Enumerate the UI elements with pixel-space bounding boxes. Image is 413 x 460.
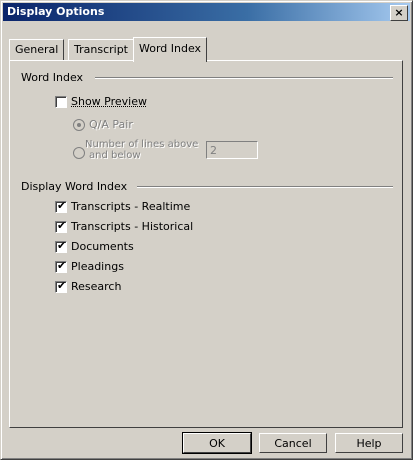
pleadings-label: Pleadings [71, 260, 124, 273]
tab-transcript[interactable]: Transcript [68, 39, 134, 60]
word-index-group-label: Word Index [21, 71, 84, 84]
check-icon: ✔ [57, 199, 67, 212]
research-checkbox[interactable]: ✔ [55, 279, 67, 293]
lines-label: Number of lines above and below [85, 139, 198, 161]
lines-radio[interactable] [73, 147, 85, 159]
title-bar[interactable]: Display Options × [3, 3, 410, 21]
qa-pair-radio[interactable] [73, 119, 85, 131]
research-label: Research [71, 280, 122, 293]
transcripts-realtime-label: Transcripts - Realtime [71, 200, 191, 213]
word-index-panel: Word Index Show Preview Q/A Pair Number … [9, 60, 403, 428]
display-word-index-group-label: Display Word Index [21, 180, 128, 193]
check-icon: ✔ [57, 279, 67, 292]
transcripts-historical-checkbox[interactable]: ✔ [55, 219, 67, 233]
word-index-divider [95, 77, 393, 79]
radio-selected-dot [77, 123, 81, 127]
help-button[interactable]: Help [335, 433, 403, 453]
check-icon: ✔ [57, 219, 67, 232]
lines-label-line2: and below [89, 150, 141, 161]
check-icon: ✔ [57, 259, 67, 272]
show-preview-checkbox[interactable] [55, 96, 67, 108]
pleadings-checkbox[interactable]: ✔ [55, 259, 67, 273]
qa-pair-label: Q/A Pair [89, 118, 133, 131]
transcripts-realtime-checkbox[interactable]: ✔ [55, 199, 67, 213]
lines-count-input[interactable]: 2 [206, 141, 258, 159]
dialog-title: Display Options [7, 5, 105, 18]
close-button[interactable]: × [390, 5, 408, 21]
documents-label: Documents [71, 240, 134, 253]
display-options-dialog: Display Options × General Transcript Wor… [0, 0, 413, 460]
close-icon: × [394, 6, 404, 19]
transcripts-historical-label: Transcripts - Historical [71, 220, 194, 233]
show-preview-label[interactable]: Show Preview [71, 95, 147, 108]
lines-label-line1: Number of lines above [85, 139, 199, 150]
check-icon: ✔ [57, 239, 67, 252]
display-word-index-divider [137, 186, 393, 188]
cancel-button[interactable]: Cancel [259, 433, 327, 453]
tab-word-index[interactable]: Word Index [133, 37, 208, 62]
ok-button[interactable]: OK [182, 432, 252, 454]
documents-checkbox[interactable]: ✔ [55, 239, 67, 253]
tab-general[interactable]: General [9, 39, 65, 60]
